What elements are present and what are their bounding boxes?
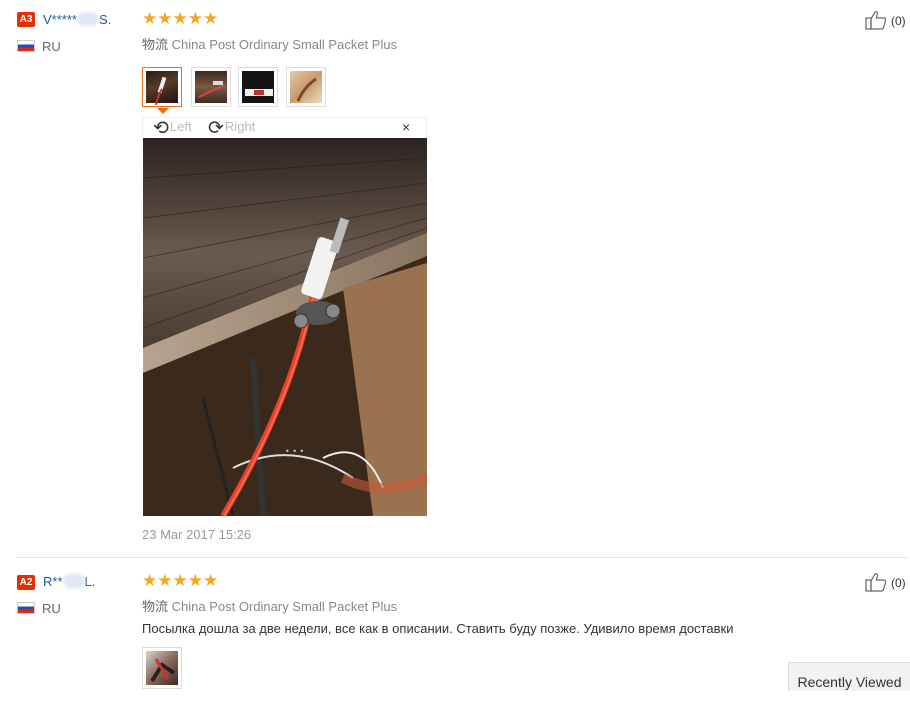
review-divider <box>16 557 908 558</box>
close-icon[interactable]: × <box>402 120 410 134</box>
buyer-name-start: R** <box>43 574 63 589</box>
review-photo-thumb[interactable] <box>286 67 326 107</box>
rotate-left-label: Left <box>169 119 192 134</box>
russia-flag-icon <box>17 602 35 614</box>
buyer-name-end: S. <box>98 12 112 27</box>
shipping-method: 物流 China Post Ordinary Small Packet Plus <box>142 34 397 53</box>
buyer-name-start: V***** <box>43 12 77 27</box>
shipping-label: 物流 <box>142 37 169 52</box>
rotate-left-button[interactable]: ⟲Left <box>153 117 192 140</box>
active-thumb-pointer <box>157 108 169 114</box>
review-photo-thumb[interactable] <box>142 67 182 107</box>
buyer-level-badge: A3 <box>17 12 35 27</box>
shipping-label: 物流 <box>142 599 169 614</box>
review-photo-thumb[interactable] <box>238 67 278 107</box>
rotate-right-button[interactable]: ⟳Right <box>208 117 255 140</box>
buyer-name[interactable]: V***** S. <box>43 12 111 27</box>
star-rating: ★★★★★ <box>142 571 219 590</box>
name-redaction <box>76 12 99 26</box>
buyer-name[interactable]: R** L. <box>43 574 95 589</box>
review-date: 23 Mar 2017 15:26 <box>142 527 252 542</box>
shipping-method: 物流 China Post Ordinary Small Packet Plus <box>142 596 397 615</box>
buyer-country: RU <box>42 601 61 616</box>
rotate-left-icon: ⟲ <box>153 118 169 139</box>
rotate-right-label: Right <box>224 119 256 134</box>
star-rating: ★★★★★ <box>142 9 219 28</box>
recently-viewed-button[interactable]: Recently Viewed <box>788 662 910 691</box>
shipping-value: China Post Ordinary Small Packet Plus <box>171 599 398 614</box>
thumbs-up-icon[interactable] <box>865 10 887 30</box>
name-redaction <box>62 574 85 588</box>
helpful-count[interactable]: (0) <box>891 14 906 28</box>
review-photo-thumb[interactable] <box>191 67 231 107</box>
review-photo-large: • • • <box>143 138 427 516</box>
russia-flag-icon <box>17 40 35 52</box>
viewer-dots: • • • <box>285 447 304 456</box>
buyer-country: RU <box>42 39 61 54</box>
buyer-level-badge: A2 <box>17 575 35 590</box>
shipping-value: China Post Ordinary Small Packet Plus <box>171 37 398 52</box>
buyer-name-end: L. <box>84 574 96 589</box>
rotate-right-icon: ⟳ <box>208 118 224 139</box>
review-photo-thumb[interactable] <box>142 647 182 689</box>
review-comment: Посылка дошла за две недели, все как в о… <box>142 621 734 636</box>
thumbs-up-icon[interactable] <box>865 572 887 592</box>
helpful-count[interactable]: (0) <box>891 576 906 590</box>
